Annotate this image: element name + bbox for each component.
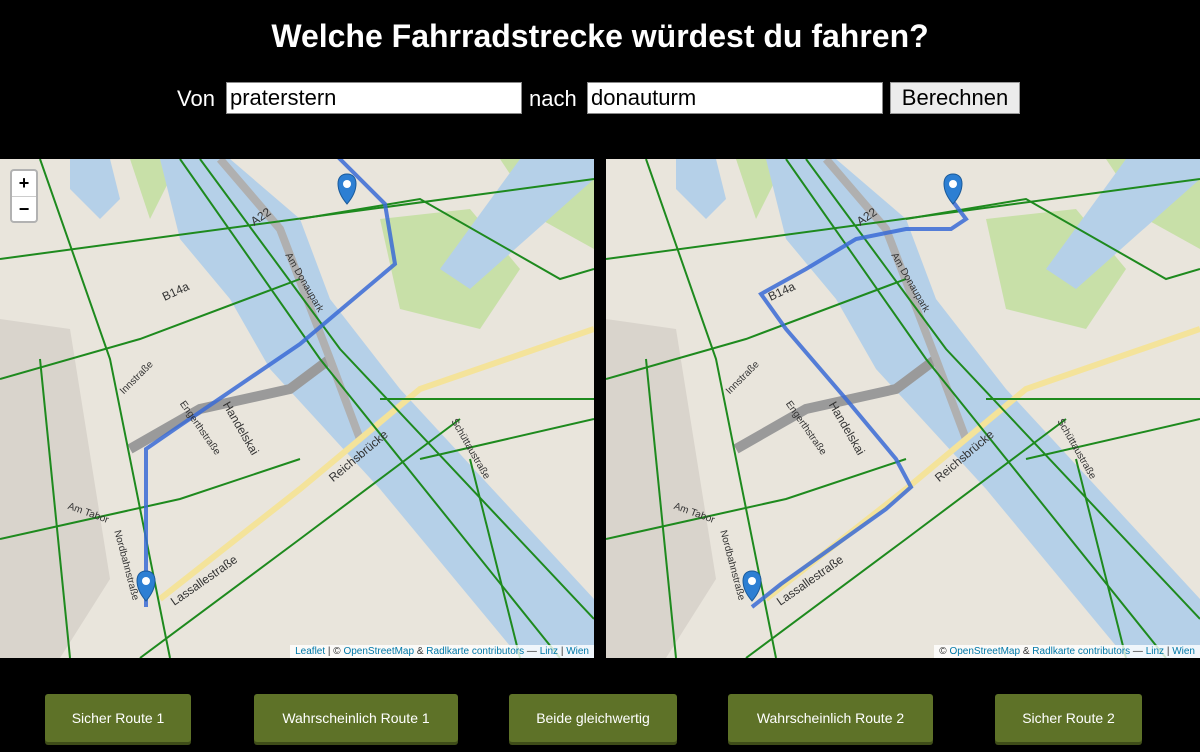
radlkarte-link[interactable]: Radlkarte contributors [426, 646, 524, 657]
linz-link[interactable]: Linz [540, 646, 558, 657]
osm-link[interactable]: OpenStreetMap [949, 646, 1020, 657]
wien-link[interactable]: Wien [1172, 646, 1195, 657]
vote-likely-route-1-button[interactable]: Wahrscheinlich Route 1 [254, 694, 458, 742]
zoom-control: + − [10, 169, 38, 223]
map-route-1[interactable]: A22 B14a Am Donaupark Innstraße Engerths… [0, 159, 594, 658]
map-tiles [606, 159, 1200, 658]
osm-link[interactable]: OpenStreetMap [343, 646, 414, 657]
vote-likely-route-2-button[interactable]: Wahrscheinlich Route 2 [728, 694, 933, 742]
vote-equal-button[interactable]: Beide gleichwertig [509, 694, 677, 742]
from-label: Von [177, 86, 215, 111]
wien-link[interactable]: Wien [566, 646, 589, 657]
zoom-in-button[interactable]: + [12, 171, 36, 196]
route-form: Von praterstern nach donauturm Berechnen [0, 80, 1200, 116]
page-title: Welche Fahrradstrecke würdest du fahren? [271, 18, 929, 54]
vote-safe-route-1-button[interactable]: Sicher Route 1 [45, 694, 191, 742]
to-label: nach [529, 86, 577, 111]
radlkarte-link[interactable]: Radlkarte contributors [1032, 646, 1130, 657]
calculate-button[interactable]: Berechnen [890, 82, 1020, 114]
map-attribution: Leaflet | © OpenStreetMap & Radlkarte co… [290, 645, 594, 658]
to-input[interactable]: donauturm [587, 82, 883, 114]
from-input[interactable]: praterstern [226, 82, 522, 114]
linz-link[interactable]: Linz [1146, 646, 1164, 657]
map-route-2[interactable]: A22 B14a Am Donaupark Innstraße Engerths… [606, 159, 1200, 658]
zoom-out-button[interactable]: − [12, 196, 36, 221]
map-tiles [0, 159, 594, 658]
map-attribution: © OpenStreetMap & Radlkarte contributors… [934, 645, 1200, 658]
vote-safe-route-2-button[interactable]: Sicher Route 2 [995, 694, 1142, 742]
leaflet-link[interactable]: Leaflet [295, 646, 325, 657]
